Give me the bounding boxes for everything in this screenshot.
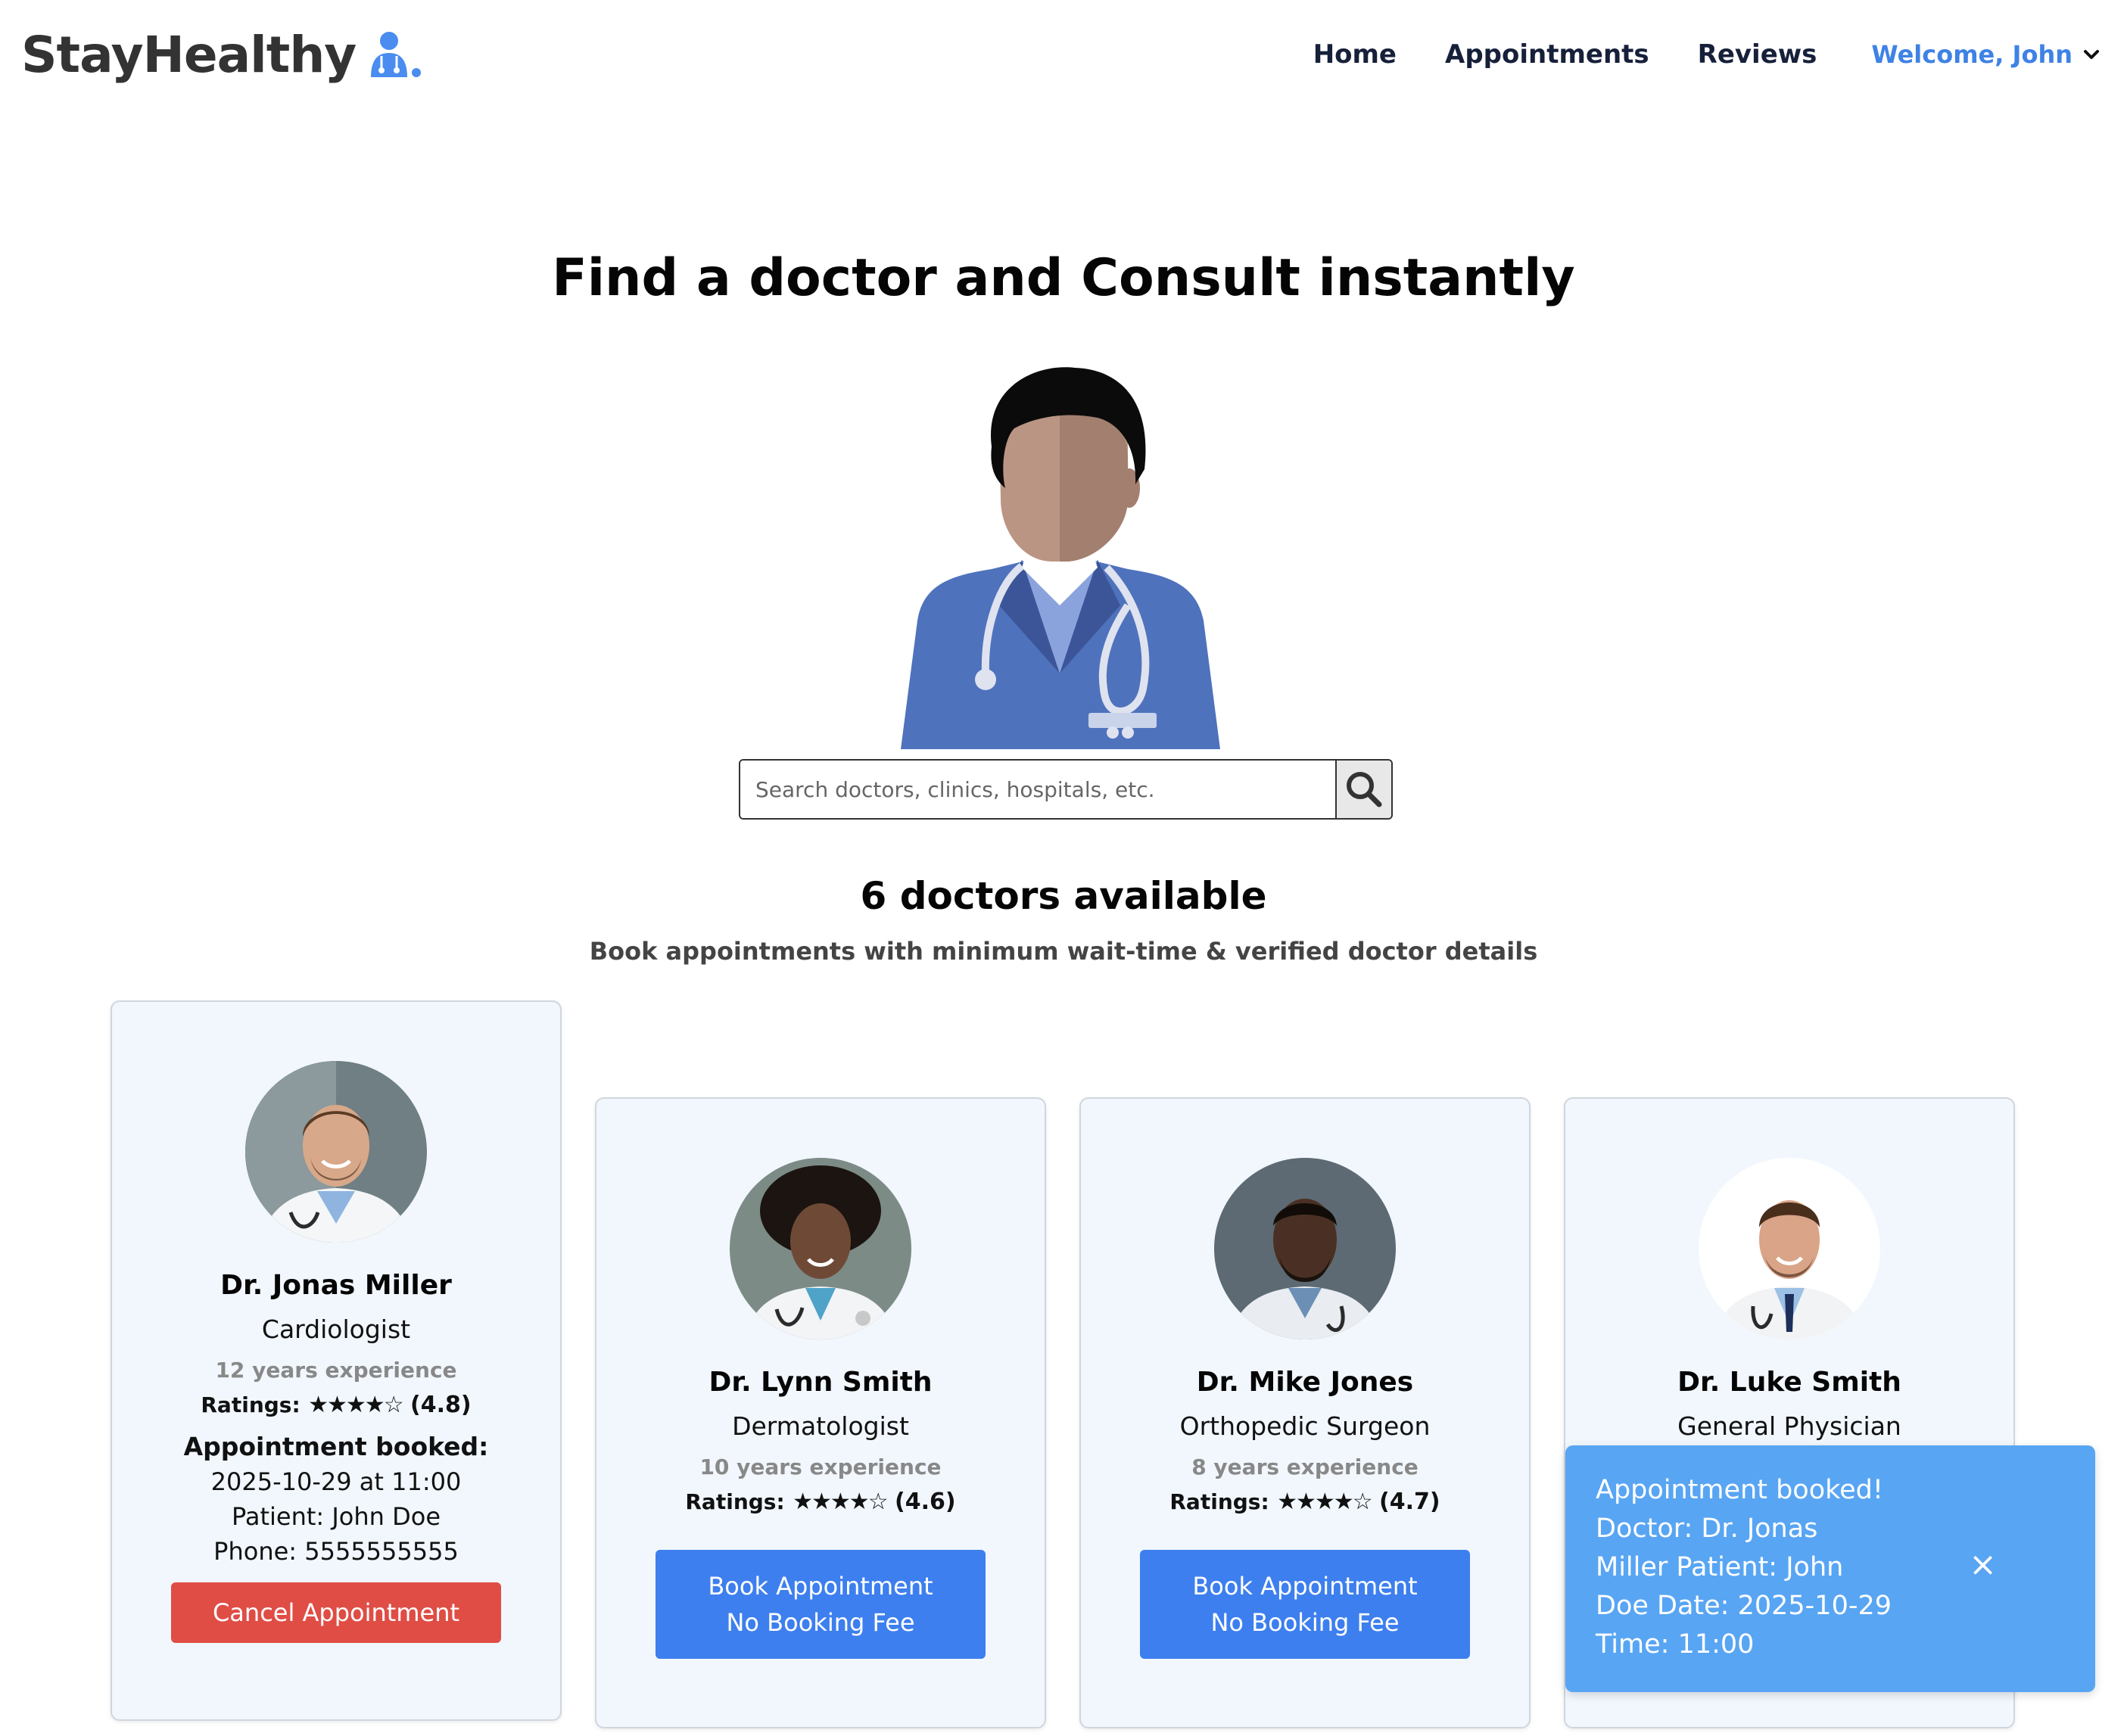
doctor-avatar <box>1699 1158 1880 1339</box>
nav-reviews[interactable]: Reviews <box>1698 39 1817 70</box>
doctor-experience: 8 years experience <box>1191 1454 1419 1479</box>
book-button-label: Book Appointment <box>1192 1572 1418 1601</box>
doctor-card: Dr. Jonas Miller Cardiologist 12 years e… <box>111 1000 562 1721</box>
toast-line: Appointment booked! <box>1596 1475 1883 1505</box>
doctor-card: Dr. Lynn Smith Dermatologist 10 years ex… <box>595 1097 1046 1728</box>
toast-line: Time: 11:00 <box>1596 1629 1755 1660</box>
doctor-illustration <box>901 367 1220 749</box>
cancel-appointment-button[interactable]: Cancel Appointment <box>171 1582 501 1643</box>
booked-title: Appointment booked: <box>183 1432 489 1461</box>
doctor-name: Dr. Jonas Miller <box>220 1270 452 1301</box>
welcome-text: Welcome, John <box>1871 40 2073 69</box>
doctor-experience: 12 years experience <box>215 1358 457 1383</box>
rating-value: (4.7) <box>1379 1489 1440 1515</box>
ratings-label: Ratings: <box>201 1392 301 1417</box>
rating-value: (4.8) <box>410 1392 472 1418</box>
book-appointment-button[interactable]: Book Appointment No Booking Fee <box>656 1550 986 1659</box>
search-icon <box>1347 772 1382 807</box>
book-appointment-button[interactable]: Book Appointment No Booking Fee <box>1140 1550 1470 1659</box>
doctor-rating: Ratings: ★★★★☆ (4.6) <box>596 1489 1045 1515</box>
ratings-label: Ratings: <box>685 1489 785 1514</box>
book-button-sublabel: No Booking Fee <box>726 1608 915 1637</box>
doctor-name: Dr. Mike Jones <box>1196 1367 1414 1398</box>
doctor-rating: Ratings: ★★★★☆ (4.8) <box>112 1392 560 1418</box>
doctor-speciality: Cardiologist <box>261 1314 411 1344</box>
navbar: StayHealthy Home Appointments Reviews We… <box>0 0 2127 121</box>
doctor-experience: 10 years experience <box>699 1454 942 1479</box>
toast-line: Doe Date: 2025-10-29 <box>1596 1591 1892 1621</box>
doctor-count-subtitle: Book appointments with minimum wait-time… <box>589 937 1538 966</box>
doctor-logo-icon <box>366 30 422 80</box>
book-button-label: Book Appointment <box>708 1572 933 1601</box>
close-icon[interactable]: × <box>1969 1548 1997 1582</box>
search-input[interactable] <box>740 761 1335 818</box>
star-rating-icon: ★★★★☆ <box>1277 1489 1372 1515</box>
star-rating-icon: ★★★★☆ <box>793 1489 888 1515</box>
booked-phone: Phone: 5555555555 <box>213 1537 459 1566</box>
nav-links: Home Appointments Reviews Welcome, John <box>1265 39 2100 70</box>
doctor-rating: Ratings: ★★★★☆ (4.7) <box>1081 1489 1529 1515</box>
logo[interactable]: StayHealthy <box>21 26 422 84</box>
booked-datetime: 2025-10-29 at 11:00 <box>210 1467 462 1496</box>
nav-home[interactable]: Home <box>1313 39 1397 70</box>
booked-patient: Patient: John Doe <box>231 1502 441 1531</box>
search-button[interactable] <box>1335 761 1391 818</box>
toast-line: Miller Patient: John <box>1596 1552 1844 1582</box>
doctor-count-title: 6 doctors available <box>860 874 1267 918</box>
toast-line: Doctor: Dr. Jonas <box>1596 1514 1818 1544</box>
rating-value: (4.6) <box>895 1489 956 1515</box>
book-button-sublabel: No Booking Fee <box>1210 1608 1400 1637</box>
search-bar <box>739 759 1393 820</box>
doctor-avatar <box>245 1061 427 1243</box>
star-rating-icon: ★★★★☆ <box>308 1392 403 1418</box>
nav-appointments[interactable]: Appointments <box>1445 39 1649 70</box>
ratings-label: Ratings: <box>1169 1489 1269 1514</box>
doctor-speciality: Dermatologist <box>732 1411 909 1441</box>
brand-name[interactable]: StayHealthy <box>21 26 357 84</box>
booking-toast: Appointment booked! Doctor: Dr. Jonas Mi… <box>1565 1445 2095 1692</box>
doctor-name: Dr. Luke Smith <box>1677 1367 1901 1398</box>
doctor-name: Dr. Lynn Smith <box>708 1367 933 1398</box>
hero-title: Find a doctor and Consult instantly <box>552 248 1575 308</box>
user-menu[interactable]: Welcome, John <box>1871 40 2100 69</box>
doctor-avatar <box>730 1158 911 1339</box>
doctor-avatar <box>1214 1158 1396 1339</box>
doctor-card: Dr. Mike Jones Orthopedic Surgeon 8 year… <box>1079 1097 1531 1728</box>
doctor-speciality: General Physician <box>1677 1411 1901 1441</box>
chevron-down-icon <box>2084 50 2099 59</box>
doctor-speciality: Orthopedic Surgeon <box>1179 1411 1431 1441</box>
toast-message: Appointment booked! Doctor: Dr. Jonas Mi… <box>1596 1471 1929 1664</box>
